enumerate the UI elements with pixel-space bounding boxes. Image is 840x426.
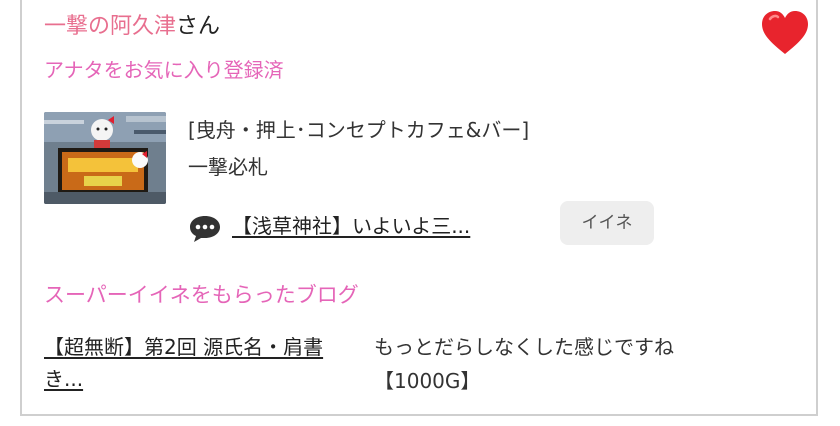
iine-button[interactable]: イイネ (560, 201, 654, 245)
shop-thumbnail[interactable] (44, 112, 166, 204)
shop-photo (44, 112, 166, 204)
favorite-card: 一撃の阿久津さん アナタをお気に入り登録済 [曳舟・押上･コンセプトカフェ&バー… (20, 0, 818, 416)
favorite-status: アナタをお気に入り登録済 (44, 58, 284, 82)
user-line: 一撃の阿久津さん (44, 12, 220, 42)
user-name-suffix: さん (176, 14, 221, 39)
super-iine-points: 【1000G】 (374, 369, 481, 393)
girl-name[interactable]: 一撃必札 (188, 152, 268, 182)
user-name[interactable]: 一撃の阿久津 (44, 14, 176, 39)
shop-name[interactable]: [曳舟・押上･コンセプトカフェ&バー] (188, 115, 529, 145)
heart-icon[interactable] (760, 10, 810, 56)
blog-link[interactable]: 【浅草神社】いよいよ三... (232, 210, 470, 242)
super-iine-blog-link[interactable]: 【超無断】第2回 源氏名・肩書き... (44, 331, 362, 395)
speech-bubble-icon (190, 216, 220, 242)
super-iine-heading: スーパーイイネをもらったブログ (44, 283, 359, 307)
super-iine-comment: もっとだらしなくした感じですね (374, 335, 674, 359)
